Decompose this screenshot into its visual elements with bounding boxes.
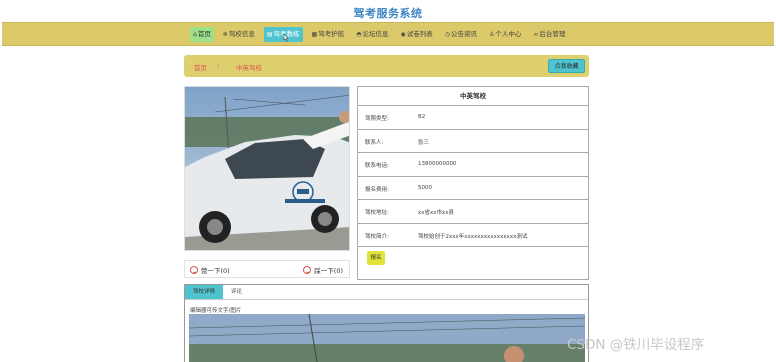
nav-item-label: 首页: [197, 30, 211, 38]
nav-item-label: 驾考护航: [318, 30, 345, 38]
breadcrumb-separator: /: [217, 62, 220, 70]
info-action-row: 报名: [358, 247, 588, 280]
info-row-license-type: 驾照类型: B2: [358, 106, 588, 130]
info-value: 驾校始创于2xxx年xxxxxxxxxxxxxxxx测试: [418, 233, 528, 240]
info-label: 联系电话:: [365, 163, 389, 169]
like-label: 赞一下(0): [201, 267, 230, 275]
nav-item-user-center[interactable]: ♙ 个人中心: [486, 27, 524, 42]
clock-icon: ◷: [444, 31, 450, 38]
watermark: CSDN @铁川毕设程序: [567, 337, 705, 353]
nav-item-school-info[interactable]: ❄ 驾校信息: [220, 27, 258, 42]
like-button[interactable]: 赞一下(0): [190, 265, 230, 275]
id-card-icon: ▤: [266, 31, 273, 38]
tab-bar: 驾校详情 评论: [185, 285, 588, 300]
home-icon: ⌂: [193, 31, 197, 38]
school-name: 中英驾校: [358, 87, 588, 106]
school-info-table: 中英驾校 驾照类型: B2 联系人: 张三 联系电话: 13800000000 …: [357, 86, 589, 280]
info-row-phone: 联系电话: 13800000000: [358, 153, 588, 177]
detail-photo: [189, 314, 585, 362]
info-value: 张三: [418, 139, 430, 146]
nav-item-label: 个人中心: [495, 30, 522, 38]
detail-tabs: 驾校详情 评论 编辑器可传文字/图片: [184, 284, 589, 362]
user-icon: ♙: [488, 31, 495, 38]
top-navbar: ⌂ 首页 ❄ 驾校信息 ▤ 驾考教练 ▦ 驾考护航 ◓ 论坛信息 ◉ 试卷列表: [2, 22, 774, 46]
signup-button[interactable]: 报名: [367, 251, 385, 265]
smile-icon: [190, 266, 198, 274]
detail-text: 编辑器可传文字/图片: [190, 308, 242, 314]
nav-item-label: 驾校信息: [228, 30, 255, 38]
breadcrumb-current: 中英驾校: [236, 64, 262, 72]
breadcrumb: 首页 / 中英驾校 点我收藏: [184, 55, 589, 77]
nav-menu: ⌂ 首页 ❄ 驾校信息 ▤ 驾考教练 ▦ 驾考护航 ◓ 论坛信息 ◉ 试卷列表: [190, 27, 574, 42]
frown-icon: [303, 266, 312, 274]
cap-icon: ◓: [356, 31, 362, 38]
tab-comments[interactable]: 评论: [223, 285, 250, 299]
dislike-button[interactable]: 踩一下(0): [303, 265, 343, 275]
nav-item-label: 后台管理: [539, 30, 566, 38]
link-icon: ∞: [533, 31, 539, 38]
nav-item-label: 论坛信息: [362, 30, 389, 38]
info-value: 13800000000: [418, 161, 457, 167]
dislike-label: 踩一下(0): [314, 267, 343, 275]
nav-item-home[interactable]: ⌂ 首页: [190, 27, 214, 42]
breadcrumb-home-link[interactable]: 首页: [194, 62, 207, 72]
favorite-button[interactable]: 点我收藏: [548, 59, 585, 73]
info-row-intro: 驾校简介: 驾校始创于2xxx年xxxxxxxxxxxxxxxx测试: [358, 224, 588, 247]
mouse-cursor-icon: [283, 34, 289, 42]
info-row-fee: 报名费用: 5000: [358, 177, 588, 200]
nav-item-escort[interactable]: ▦ 驾考护航: [309, 27, 348, 42]
school-photo: [184, 86, 350, 251]
info-row-address: 驾校地址: xx省xx市xx县: [358, 200, 588, 224]
info-label: 驾校简介:: [365, 233, 389, 240]
page: 驾考服务系统 ⌂ 首页 ❄ 驾校信息 ▤ 驾考教练 ▦ 驾考护航 ◓ 论坛信息: [0, 0, 776, 362]
nav-item-forum[interactable]: ◓ 论坛信息: [353, 27, 391, 42]
vote-bar: 赞一下(0) 踩一下(0): [184, 260, 350, 278]
nav-item-label: 试卷列表: [406, 30, 433, 38]
info-row-contact: 联系人: 张三: [358, 130, 588, 153]
info-label: 联系人:: [365, 139, 384, 146]
snowflake-icon: ❄: [222, 31, 228, 38]
tab-school-detail[interactable]: 驾校详情: [185, 285, 224, 299]
info-label: 驾校地址:: [365, 210, 389, 216]
info-value: B2: [418, 114, 426, 120]
info-value: 5000: [418, 184, 432, 191]
info-value: xx省xx市xx县: [418, 210, 455, 216]
nav-item-exam-list[interactable]: ◉ 试卷列表: [397, 27, 435, 42]
disc-icon: ◉: [400, 31, 406, 38]
nav-item-news[interactable]: ◷ 公告资讯: [442, 27, 480, 42]
grid-icon: ▦: [311, 31, 318, 38]
info-label: 驾照类型:: [365, 116, 389, 122]
site-title: 驾考服务系统: [353, 7, 423, 20]
nav-item-label: 公告资讯: [450, 30, 477, 38]
info-label: 报名费用:: [365, 186, 389, 193]
nav-item-admin[interactable]: ∞ 后台管理: [530, 27, 568, 42]
